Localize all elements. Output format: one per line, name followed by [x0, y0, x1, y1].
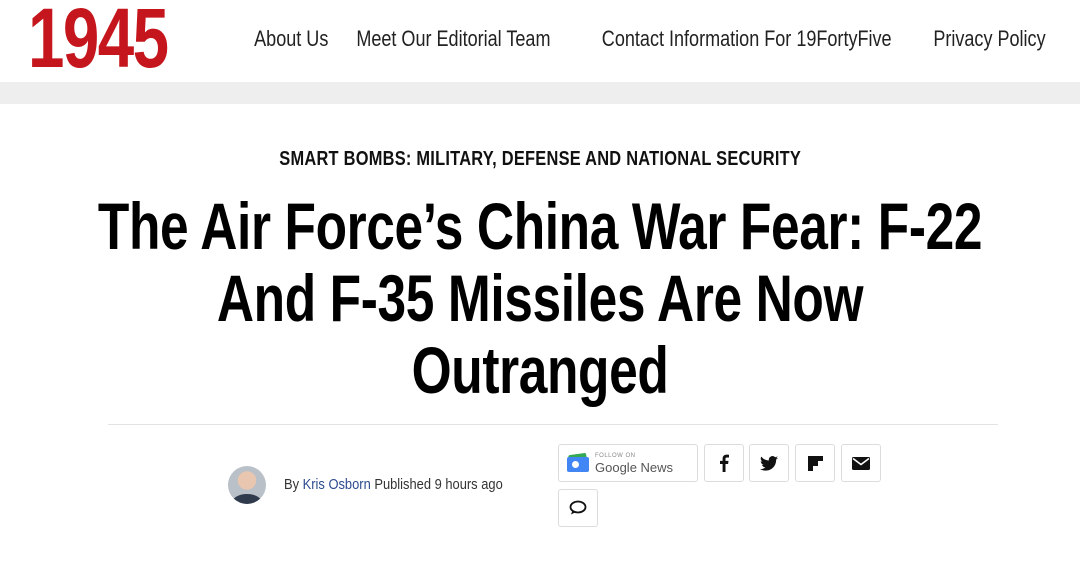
google-news-text: FOLLOW ON Google News: [595, 453, 673, 474]
published-label: Published: [374, 476, 432, 493]
site-logo[interactable]: 1945: [28, 0, 169, 80]
google-news-small-label: FOLLOW ON: [595, 452, 636, 459]
main-nav: About Us Meet Our Editorial Team Contact…: [254, 26, 1058, 52]
nav-editorial-team[interactable]: Meet Our Editorial Team: [356, 26, 550, 52]
google-news-follow-button[interactable]: FOLLOW ON Google News: [558, 444, 698, 482]
share-facebook-button[interactable]: [704, 444, 744, 482]
headline-container: The Air Force’s China War Fear: F-22 And…: [0, 190, 1080, 406]
comments-button[interactable]: [558, 489, 598, 527]
comment-icon: [569, 500, 587, 516]
flipboard-icon: [807, 455, 823, 471]
header-divider-band: [0, 82, 1080, 104]
twitter-icon: [760, 455, 778, 471]
nav-about-us[interactable]: About Us: [255, 26, 329, 52]
share-email-button[interactable]: [841, 444, 881, 482]
nav-contact-information[interactable]: Contact Information For 19FortyFive: [602, 26, 892, 52]
email-icon: [852, 456, 870, 470]
byline: By Kris Osborn Published 9 hours ago: [284, 476, 503, 493]
title-divider: [108, 424, 998, 425]
category-label[interactable]: SMART BOMBS: MILITARY, DEFENSE AND NATIO…: [279, 148, 801, 171]
byline-prefix: By: [284, 476, 300, 493]
facebook-icon: [719, 454, 729, 472]
nav-privacy-policy[interactable]: Privacy Policy: [933, 26, 1045, 52]
share-flipboard-button[interactable]: [795, 444, 835, 482]
share-twitter-button[interactable]: [749, 444, 789, 482]
article-category: SMART BOMBS: MILITARY, DEFENSE AND NATIO…: [0, 148, 1080, 171]
site-header: 1945 About Us Meet Our Editorial Team Co…: [0, 0, 1080, 82]
author-link[interactable]: Kris Osborn: [303, 476, 371, 493]
article-title: The Air Force’s China War Fear: F-22 And…: [97, 189, 983, 407]
google-news-label: Google News: [595, 459, 674, 475]
avatar-shoulders: [232, 494, 262, 504]
author-avatar[interactable]: [228, 466, 266, 504]
google-news-icon: [567, 452, 589, 472]
published-time: 9 hours ago: [434, 476, 503, 493]
